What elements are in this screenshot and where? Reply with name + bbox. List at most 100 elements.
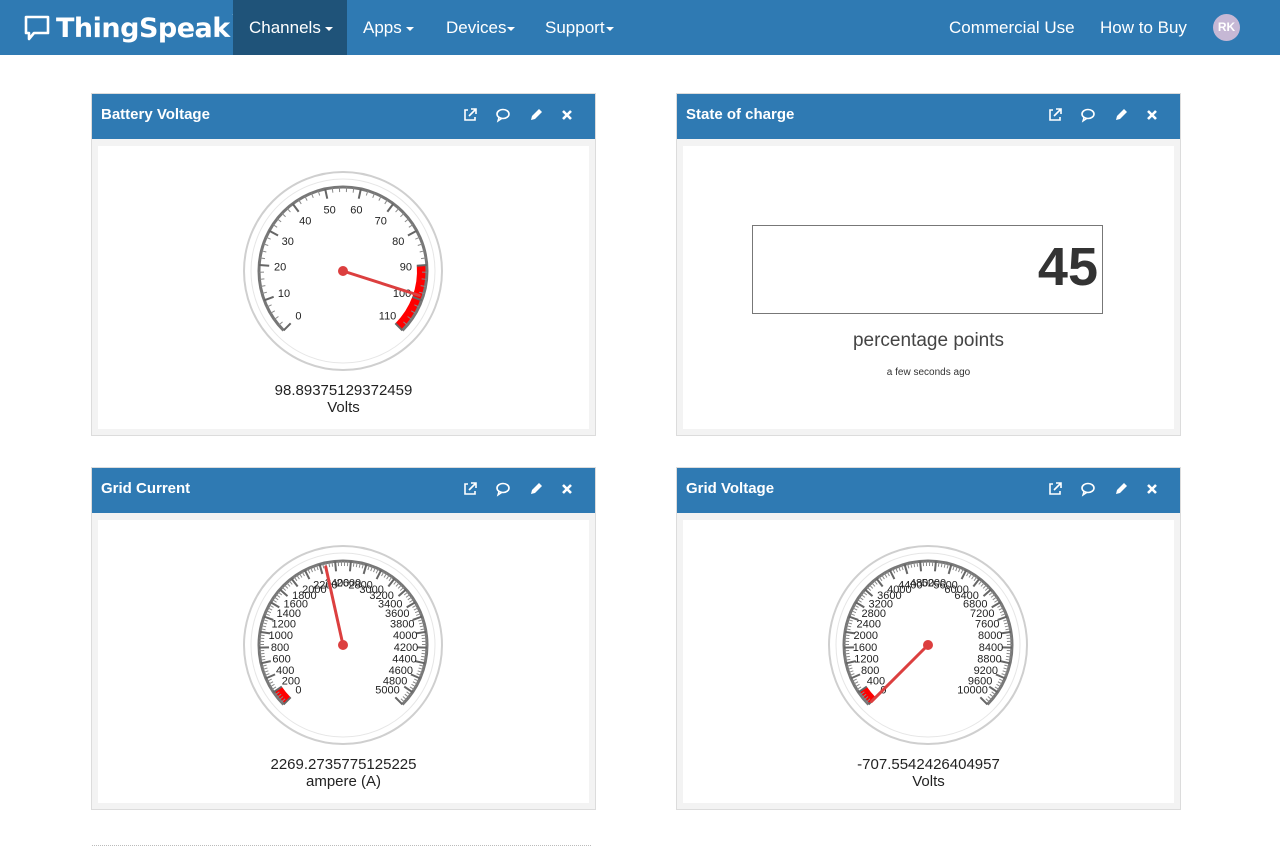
gauge-tick-label: 1200 xyxy=(271,619,295,631)
gauge-tick-label: 8000 xyxy=(978,630,1002,642)
gauge-minor-tick xyxy=(844,655,850,658)
numeric-unit: percentage points xyxy=(852,330,1005,351)
gauge-tick xyxy=(348,561,352,572)
nav-commercial-use[interactable]: Commercial Use xyxy=(949,0,1075,55)
close-icon[interactable] xyxy=(1144,481,1160,497)
grid-current-gauge: 0200400600800100012001400160018002000220… xyxy=(243,545,443,745)
external-link-icon[interactable] xyxy=(1047,107,1063,123)
nav-apps-label: Apps xyxy=(363,18,402,37)
widget-body: 0 200 400 600 800 1000 1200 1400 1600 1800 2000 220… xyxy=(98,520,589,803)
nav-support[interactable]: Support xyxy=(545,0,614,55)
comment-icon[interactable] xyxy=(1080,481,1096,497)
pencil-icon[interactable] xyxy=(1113,481,1129,497)
last-updated: a few seconds ago xyxy=(886,367,971,378)
gauge-tick-label: 60 xyxy=(350,204,362,216)
battery-voltage-gauge: 01020304050 60708090100110 xyxy=(243,171,443,371)
brand-logo[interactable]: ThingSpeak ™ xyxy=(24,10,243,46)
gauge-tick-label: 10000 xyxy=(957,685,988,697)
gauge-tick-label: 2000 xyxy=(854,630,878,642)
gauge-minor-tick xyxy=(259,652,265,655)
gauge-tick-label: 400 xyxy=(276,665,294,677)
gauge-minor-tick xyxy=(1006,655,1012,658)
gauge-minor-tick xyxy=(421,634,427,637)
brand-name: ThingSpeak xyxy=(56,12,230,44)
gauge-minor-tick xyxy=(844,634,850,637)
comment-icon[interactable] xyxy=(495,481,511,497)
grid-voltage-gauge: 0400800120016002000240028003200360040004… xyxy=(828,545,1028,745)
gauge-tick-label: 7600 xyxy=(975,619,999,631)
gauge-tick xyxy=(933,561,937,572)
gauge-tick-label: 800 xyxy=(271,642,289,654)
widget-body: 0400800120016002000240028003200360040004… xyxy=(683,520,1174,803)
gauge-tick-label: 400 xyxy=(867,675,885,687)
gauge-tick xyxy=(259,264,270,267)
next-widget-placeholder xyxy=(92,845,591,846)
pencil-icon[interactable] xyxy=(528,481,544,497)
pencil-icon[interactable] xyxy=(528,107,544,123)
gauge-value: -707.5542426404957 xyxy=(857,756,1000,773)
gauge-unit: Volts xyxy=(912,773,945,790)
gauge-minor-tick xyxy=(421,655,427,658)
nav-how-to-buy[interactable]: How to Buy xyxy=(1100,0,1187,55)
chevron-down-icon xyxy=(324,26,333,31)
gauge-tick-label: 90 xyxy=(400,262,412,274)
external-link-icon[interactable] xyxy=(462,107,478,123)
gauge-tick-label: 4000 xyxy=(393,630,417,642)
widget-battery-voltage: Battery Voltage 0 10 20 30 40 50 60 70 80 90 100 11… xyxy=(91,93,596,436)
comment-icon[interactable] xyxy=(495,107,511,123)
gauge-minor-tick xyxy=(1006,652,1012,655)
gauge-minor-tick xyxy=(331,561,334,567)
gauge-value: 98.89375129372459 xyxy=(274,382,413,399)
close-icon[interactable] xyxy=(1144,107,1160,123)
gauge-minor-tick xyxy=(421,652,427,655)
gauge-minor-tick xyxy=(1006,634,1012,637)
gauge-unit: Volts xyxy=(327,399,360,416)
widget-header: State of charge xyxy=(677,94,1180,139)
widget-title: Battery Voltage xyxy=(101,106,210,123)
widget-body: 0 10 20 30 40 50 60 70 80 90 100 110 98.89375129372… xyxy=(98,146,589,429)
widget-state-of-charge: State of charge 45 percentage points a f… xyxy=(676,93,1181,436)
gauge-value: 2269.2735775125225 xyxy=(270,756,417,773)
widget-title: Grid Current xyxy=(101,480,191,497)
widget-header: Grid Voltage xyxy=(677,468,1180,513)
external-link-icon[interactable] xyxy=(1047,481,1063,497)
gauge-minor-tick xyxy=(259,634,265,637)
gauge-needle-hub xyxy=(338,266,348,276)
chevron-down-icon xyxy=(605,26,614,31)
external-link-icon[interactable] xyxy=(462,481,478,497)
gauge-tick-label: 2400 xyxy=(856,619,880,631)
gauge-tick-label: 50 xyxy=(323,204,335,216)
gauge-minor-tick xyxy=(352,561,355,567)
gauge-unit: ampere (A) xyxy=(305,773,382,790)
gauge-tick-label: 1200 xyxy=(854,654,878,666)
top-navbar: ThingSpeak ™ Channels Apps Devices Suppo… xyxy=(0,0,1280,55)
gauge-tick-label: 8800 xyxy=(977,654,1001,666)
nav-channels-label: Channels xyxy=(249,18,321,37)
close-icon[interactable] xyxy=(559,107,575,123)
gauge-tick-label: 30 xyxy=(282,236,294,248)
gauge-tick-label: 600 xyxy=(272,654,290,666)
nav-apps[interactable]: Apps xyxy=(363,0,414,55)
pencil-icon[interactable] xyxy=(1113,107,1129,123)
close-icon[interactable] xyxy=(559,481,575,497)
avatar[interactable]: RK xyxy=(1213,14,1240,41)
chevron-down-icon xyxy=(405,26,414,31)
gauge-tick xyxy=(334,561,338,572)
widget-grid-voltage: Grid Voltage 040080012001600200024002800… xyxy=(676,467,1181,810)
nav-devices-label: Devices xyxy=(446,18,507,37)
gauge-tick-label: 70 xyxy=(375,216,387,228)
gauge-tick-label: 20 xyxy=(274,262,286,274)
widget-title: Grid Voltage xyxy=(686,480,775,497)
gauge-minor-tick xyxy=(844,652,850,655)
comment-icon[interactable] xyxy=(1080,107,1096,123)
nav-channels[interactable]: Channels xyxy=(233,0,347,55)
chat-bubble-logo-icon xyxy=(24,15,50,41)
widget-grid-current: Grid Current 0 200 400 600 800 1000 1200 1400 16… xyxy=(91,467,596,810)
gauge-tick-label: 80 xyxy=(392,236,404,248)
gauge-minor-tick xyxy=(331,187,334,193)
gauge-minor-tick xyxy=(259,655,265,658)
gauge-tick xyxy=(919,561,923,572)
gauge-tick-label: 8400 xyxy=(979,642,1003,654)
nav-support-label: Support xyxy=(545,18,605,37)
nav-devices[interactable]: Devices xyxy=(446,0,516,55)
